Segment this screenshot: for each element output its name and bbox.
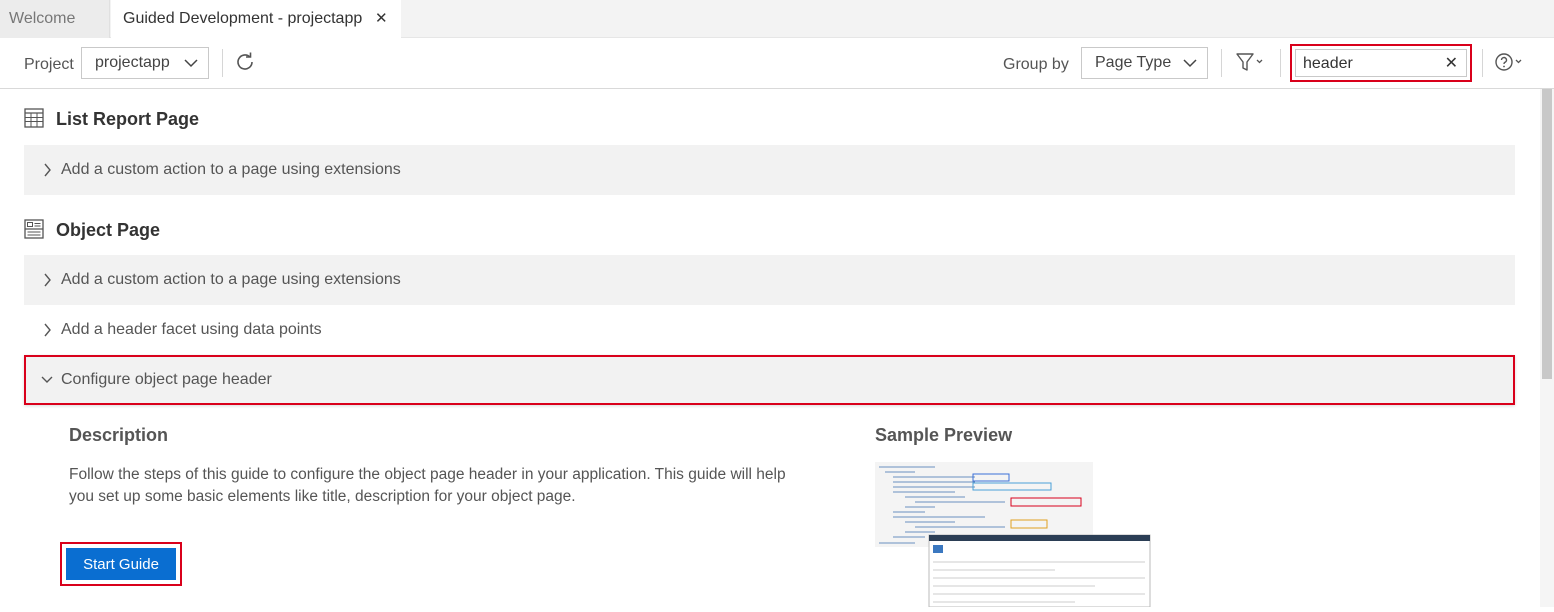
guide-item[interactable]: Add a custom action to a page using exte… xyxy=(24,145,1515,195)
search-input-value: header xyxy=(1303,55,1353,72)
table-icon xyxy=(24,108,44,133)
project-select[interactable]: projectapp xyxy=(81,47,209,79)
tab-guided-development[interactable]: Guided Development - projectapp ✕ xyxy=(111,0,401,39)
chevron-down-icon xyxy=(40,357,54,421)
refresh-icon[interactable] xyxy=(234,51,256,75)
filter-icon[interactable] xyxy=(1235,51,1267,75)
scrollbar-thumb[interactable] xyxy=(1542,89,1552,379)
tab-guided-development-label: Guided Development - projectapp xyxy=(123,10,363,27)
search-input[interactable]: header ✕ xyxy=(1295,49,1467,77)
project-select-value: projectapp xyxy=(95,54,170,71)
guide-item-label: Add a header facet using data points xyxy=(61,321,322,338)
section-title-object-page: Object Page xyxy=(24,219,160,244)
guide-item-label: Add a custom action to a page using exte… xyxy=(61,161,401,178)
start-guide-button[interactable]: Start Guide xyxy=(66,548,176,580)
guide-item-label: Add a custom action to a page using exte… xyxy=(61,271,401,288)
tab-strip: Welcome Guided Development - projectapp … xyxy=(0,0,1554,39)
clear-icon[interactable]: ✕ xyxy=(1445,50,1458,78)
divider xyxy=(1482,49,1483,77)
chevron-right-icon xyxy=(42,145,52,215)
help-icon[interactable] xyxy=(1494,51,1528,75)
section-title-text: Object Page xyxy=(56,220,161,240)
group-by-select[interactable]: Page Type xyxy=(1081,47,1208,79)
guide-item[interactable]: Add a custom action to a page using exte… xyxy=(24,255,1515,305)
close-icon[interactable]: ✕ xyxy=(375,0,388,38)
guide-item[interactable]: Add a header facet using data points xyxy=(24,305,1515,355)
guide-item-label: Configure object page header xyxy=(61,371,272,388)
divider xyxy=(222,49,223,77)
description-text: Follow the steps of this guide to config… xyxy=(69,466,786,505)
chevron-down-icon xyxy=(1183,48,1197,89)
chevron-down-icon xyxy=(184,48,198,89)
object-page-icon xyxy=(24,219,44,244)
group-by-select-value: Page Type xyxy=(1095,54,1172,71)
guide-item-expanded[interactable]: Configure object page header xyxy=(24,355,1515,405)
tab-welcome-label: Welcome xyxy=(9,10,76,27)
section-title-text: List Report Page xyxy=(56,109,200,129)
search-highlight: header ✕ xyxy=(1290,44,1472,82)
divider xyxy=(1221,49,1222,77)
toolbar: Project projectapp Group by Page Type he… xyxy=(0,39,1554,89)
tab-welcome[interactable]: Welcome xyxy=(0,0,110,38)
project-label: Project xyxy=(24,56,74,73)
sample-preview-heading: Sample Preview xyxy=(875,425,1013,445)
description-heading: Description xyxy=(69,425,169,445)
section-title-list-report: List Report Page xyxy=(24,108,199,133)
start-guide-highlight: Start Guide xyxy=(60,542,182,586)
sample-preview-image xyxy=(875,462,1155,608)
divider xyxy=(1280,49,1281,77)
group-by-label: Group by xyxy=(1003,56,1069,73)
